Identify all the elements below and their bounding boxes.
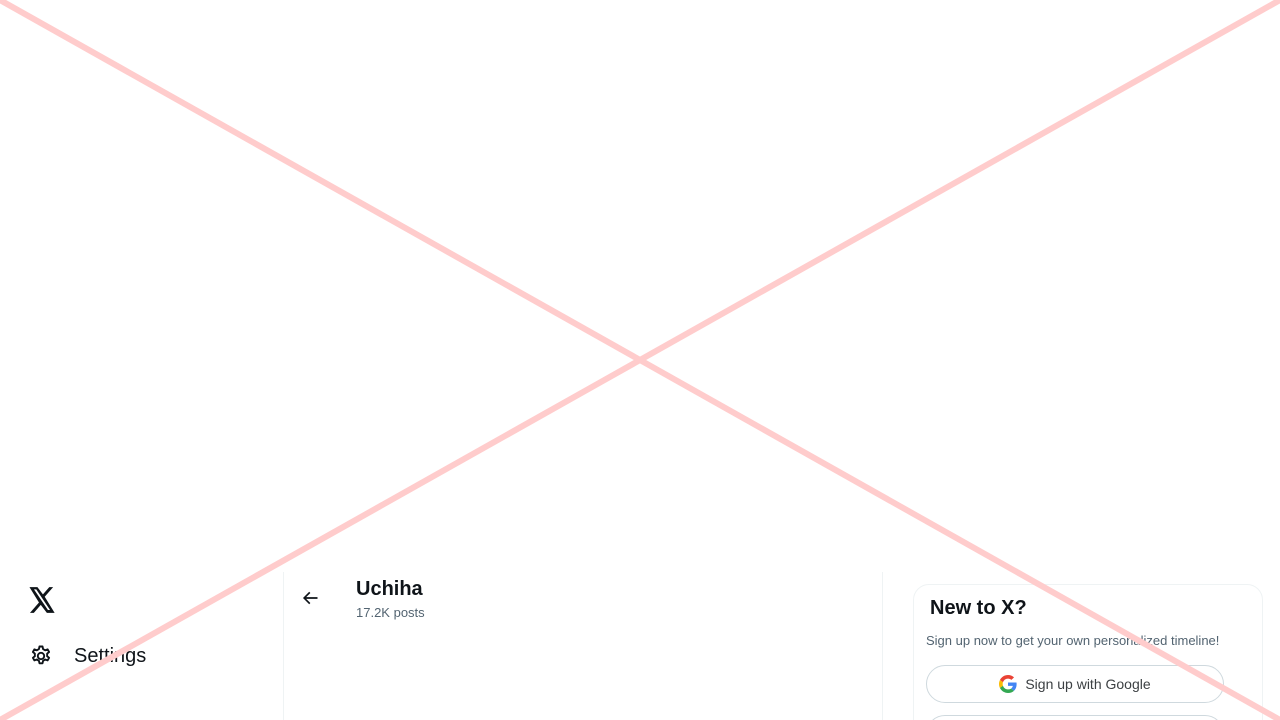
x-logo-svg [29,587,55,613]
sidebar-item-label: Settings [74,644,147,667]
second-signup-button[interactable] [926,715,1224,720]
gear-icon [28,643,54,669]
profile-header: Uchiha 17.2K posts [284,572,882,632]
column-divider [882,572,883,720]
card-subtitle: Sign up now to get your own personalized… [926,633,1220,648]
google-button-label: Sign up with Google [1025,676,1151,692]
google-signup-button[interactable]: Sign up with Google [926,665,1224,703]
page-canvas: Settings Uchiha 17.2K posts New to X? Si… [0,0,1280,720]
profile-name: Uchiha [356,578,423,600]
x-logo-icon[interactable] [28,586,56,614]
card-title: New to X? [930,597,1027,619]
sidebar-item-settings[interactable]: Settings [28,640,146,672]
arrow-left-icon [302,591,318,605]
left-sidebar: Settings [0,572,283,720]
post-count: 17.2K posts [356,605,425,620]
signup-card: New to X? Sign up now to get your own pe… [913,584,1263,720]
google-g-icon [999,675,1017,693]
back-button[interactable] [298,586,322,610]
